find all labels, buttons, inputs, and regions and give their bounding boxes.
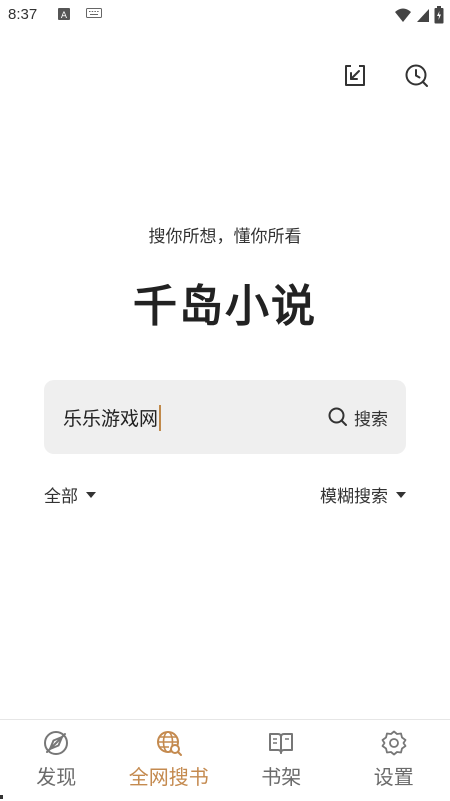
battery-icon xyxy=(434,6,444,24)
nav-item-bookshelf[interactable]: 书架 xyxy=(225,720,338,801)
chevron-down-icon xyxy=(396,491,406,498)
compass-icon xyxy=(44,731,69,755)
app-title: 千岛小说 xyxy=(133,281,317,332)
chevron-down-icon xyxy=(86,491,96,498)
keyboard-icon xyxy=(86,8,102,18)
search-mode-dropdown[interactable]: 模糊搜索 xyxy=(320,482,406,507)
nav-item-search-all[interactable]: 全网搜书 xyxy=(113,720,226,801)
scope-dropdown[interactable]: 全部 xyxy=(44,482,96,507)
history-button[interactable] xyxy=(401,60,433,92)
wifi-icon xyxy=(395,8,411,22)
download-tray-icon xyxy=(345,65,365,86)
nav-label-search-all: 全网搜书 xyxy=(128,765,209,789)
search-box[interactable]: 乐乐游戏网 搜索 xyxy=(44,380,406,454)
search-button-label: 搜索 xyxy=(354,409,388,430)
clock-history-icon xyxy=(405,64,428,87)
nav-label-discover: 发现 xyxy=(36,765,77,789)
nav-label-bookshelf: 书架 xyxy=(261,765,302,789)
gear-icon xyxy=(381,730,407,756)
status-bar: 8:37 A xyxy=(0,0,450,30)
edge-mark xyxy=(0,795,3,799)
nav-label-settings: 设置 xyxy=(373,765,414,789)
slogan: 搜你所想，懂你所看 xyxy=(148,227,302,247)
signal-icon xyxy=(417,9,429,22)
globe-search-icon xyxy=(156,731,182,756)
text-caret xyxy=(159,404,162,431)
search-mode-label: 模糊搜索 xyxy=(320,487,388,507)
import-button[interactable] xyxy=(339,60,371,92)
search-button[interactable]: 搜索 xyxy=(328,402,388,432)
svg-text:A: A xyxy=(61,11,68,20)
status-time: 8:37 xyxy=(8,6,38,23)
nav-item-settings[interactable]: 设置 xyxy=(338,720,450,801)
search-input-value: 乐乐游戏网 xyxy=(63,408,159,430)
nav-item-discover[interactable]: 发现 xyxy=(0,720,113,801)
notification-a-icon: A xyxy=(58,8,70,20)
scope-dropdown-label: 全部 xyxy=(44,487,78,507)
search-icon xyxy=(328,407,347,426)
bottom-nav: 发现 全网搜书 书架 设置 xyxy=(0,719,450,801)
open-book-icon xyxy=(269,733,294,754)
search-input[interactable]: 乐乐游戏网 xyxy=(63,404,162,431)
